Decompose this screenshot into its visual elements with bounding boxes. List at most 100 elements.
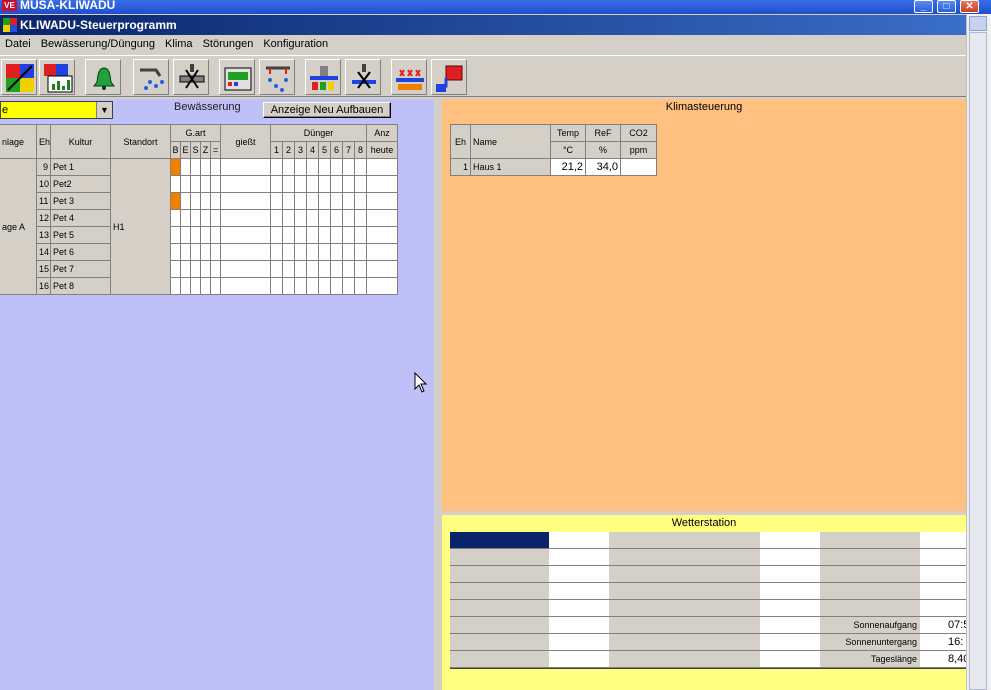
giesst-cell — [220, 260, 272, 278]
gart-cell[interactable] — [209, 175, 222, 193]
gart-cell[interactable] — [190, 209, 201, 227]
gart-b-cell[interactable] — [170, 192, 181, 210]
gart-cell[interactable] — [180, 158, 191, 176]
menu-konfiguration[interactable]: Konfiguration — [258, 35, 333, 53]
gart-cell[interactable] — [190, 158, 201, 176]
menu-datei[interactable]: Datei — [0, 35, 36, 53]
gart-cell[interactable] — [180, 260, 191, 278]
duenger-cell — [270, 175, 284, 193]
gart-cell[interactable] — [209, 260, 222, 278]
gart-cell[interactable] — [200, 243, 211, 261]
gart-cell[interactable] — [200, 226, 211, 244]
gart-cell[interactable] — [180, 209, 191, 227]
gart-cell[interactable] — [200, 260, 211, 278]
row-kultur[interactable]: Pet 8 — [50, 277, 111, 295]
row-kultur[interactable]: Pet 1 — [50, 158, 111, 176]
klima-row-name[interactable]: Haus 1 — [470, 158, 551, 176]
row-kultur[interactable]: Pet 5 — [50, 226, 111, 244]
tank-icon[interactable] — [431, 59, 467, 95]
table-row[interactable]: 14 Pet 6 — [0, 243, 399, 261]
gart-cell[interactable] — [190, 277, 201, 295]
close-button[interactable]: ✕ — [960, 0, 979, 13]
inner-window-title: KLIWADU-Steuerprogramm — [20, 18, 177, 32]
table-row[interactable]: 10 Pet2 — [0, 175, 399, 193]
gart-cell[interactable] — [190, 192, 201, 210]
valve-icon[interactable] — [173, 59, 209, 95]
gart-b-cell[interactable] — [170, 277, 181, 295]
anz-heute-cell — [366, 260, 399, 278]
gart-cell[interactable] — [209, 192, 222, 210]
gart-cell[interactable] — [190, 260, 201, 278]
gart-b-cell[interactable] — [170, 209, 181, 227]
gart-cell[interactable] — [200, 192, 211, 210]
row-kultur[interactable]: Pet2 — [50, 175, 111, 193]
row-kultur[interactable]: Pet 6 — [50, 243, 111, 261]
gart-cell[interactable] — [180, 226, 191, 244]
menu-klima[interactable]: Klima — [160, 35, 198, 53]
chart-report-icon[interactable] — [39, 59, 75, 95]
pane-divider[interactable] — [434, 99, 442, 690]
row-kultur[interactable]: Pet 7 — [50, 260, 111, 278]
duenger-cell — [354, 175, 368, 193]
gart-b-cell[interactable] — [170, 260, 181, 278]
gart-cell[interactable] — [209, 226, 222, 244]
row-kultur[interactable]: Pet 3 — [50, 192, 111, 210]
gart-cell[interactable] — [190, 243, 201, 261]
gart-cell[interactable] — [209, 243, 222, 261]
gart-b-cell[interactable] — [170, 175, 181, 193]
gart-cell[interactable] — [200, 209, 211, 227]
gart-cell[interactable] — [190, 175, 201, 193]
controller-icon[interactable] — [219, 59, 255, 95]
giesst-cell — [220, 243, 272, 261]
klima-row[interactable]: 1 Haus 1 21,2 34,0 — [450, 158, 657, 176]
rebuild-display-button[interactable]: Anzeige Neu Aufbauen — [263, 102, 391, 118]
gart-cell[interactable] — [200, 158, 211, 176]
bewaesserung-table: nlage Eh Kultur Standort G.art gießt Dün… — [0, 124, 399, 295]
gart-cell[interactable] — [180, 277, 191, 295]
wetter-cell — [549, 634, 609, 651]
row-kultur[interactable]: Pet 4 — [50, 209, 111, 227]
table-row[interactable]: 13 Pet 5 — [0, 226, 399, 244]
gart-cell[interactable] — [209, 158, 222, 176]
table-row[interactable]: 12 Pet 4 — [0, 209, 399, 227]
gart-cell[interactable] — [190, 226, 201, 244]
gart-cell[interactable] — [180, 243, 191, 261]
table-row[interactable]: 16 Pet 8 — [0, 277, 399, 295]
gart-cell[interactable] — [200, 175, 211, 193]
table-row[interactable]: 15 Pet 7 — [0, 260, 399, 278]
wetter-cell — [920, 600, 966, 617]
scroll-up-button[interactable] — [969, 16, 987, 31]
table-row[interactable]: 11 Pet 3 — [0, 192, 399, 210]
header-duenger-6: 6 — [330, 141, 344, 159]
sprinkler-icon[interactable] — [259, 59, 295, 95]
bell-icon[interactable] — [85, 59, 121, 95]
gart-cell[interactable] — [180, 175, 191, 193]
minimize-button[interactable]: _ — [914, 0, 933, 13]
chart-config-icon[interactable] — [1, 59, 37, 95]
anz-heute-cell — [366, 277, 399, 295]
row-eh: 11 — [36, 192, 51, 210]
gart-cell[interactable] — [200, 277, 211, 295]
fertilizer-dosing-icon[interactable] — [391, 59, 427, 95]
gart-b-cell[interactable] — [170, 226, 181, 244]
pump-line-icon[interactable] — [305, 59, 341, 95]
maximize-button[interactable]: □ — [937, 0, 956, 13]
anlage-combo[interactable]: e ▼ — [0, 101, 113, 119]
gart-b-cell[interactable] — [170, 158, 181, 176]
gart-cell[interactable] — [209, 209, 222, 227]
scrollbar-thumb[interactable] — [969, 32, 987, 690]
mixer-valve-icon[interactable] — [345, 59, 381, 95]
vertical-scrollbar[interactable] — [966, 14, 991, 690]
chevron-down-icon[interactable]: ▼ — [96, 102, 112, 118]
anz-heute-cell — [366, 226, 399, 244]
table-row[interactable]: age A 9 Pet 1 H1 — [0, 158, 399, 295]
irrigation-icon[interactable] — [133, 59, 169, 95]
header-duenger-2: 2 — [282, 141, 296, 159]
wetter-cell — [549, 600, 609, 617]
menu-bewaesserung[interactable]: Bewässerung/Düngung — [36, 35, 160, 53]
header-duenger-5: 5 — [318, 141, 332, 159]
menu-stoerungen[interactable]: Störungen — [198, 35, 259, 53]
gart-cell[interactable] — [209, 277, 222, 295]
gart-cell[interactable] — [180, 192, 191, 210]
gart-b-cell[interactable] — [170, 243, 181, 261]
